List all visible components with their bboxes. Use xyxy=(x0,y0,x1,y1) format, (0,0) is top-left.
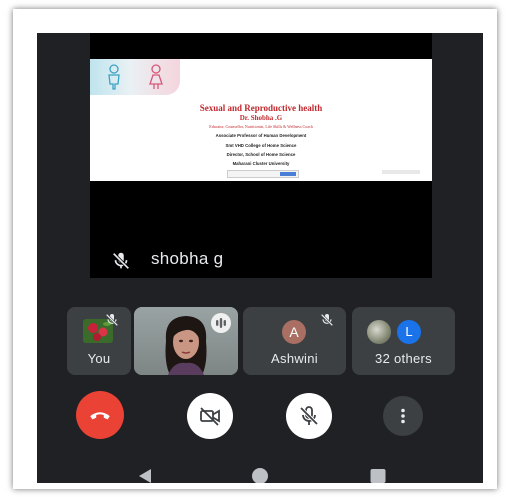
end-call-button[interactable] xyxy=(76,391,124,439)
avatar: A xyxy=(282,320,306,344)
participant-tile-you[interactable]: You xyxy=(67,307,131,375)
mic-off-icon xyxy=(320,313,334,327)
participant-label-others: 32 others xyxy=(375,351,432,366)
male-figure-icon xyxy=(108,64,120,90)
avatar xyxy=(367,320,391,344)
avatar: L xyxy=(395,318,423,346)
square-recents-icon[interactable] xyxy=(368,466,388,483)
participant-video-tile[interactable] xyxy=(134,307,238,375)
mic-off-icon xyxy=(105,313,119,327)
mic-toggle-button[interactable] xyxy=(286,393,332,439)
slide-line: Director, School of Home Science xyxy=(226,152,296,157)
participant-label-you: You xyxy=(87,351,111,366)
phone-hangup-icon xyxy=(90,412,110,420)
camera-toggle-button[interactable] xyxy=(187,393,233,439)
more-options-button[interactable] xyxy=(383,396,423,436)
slide-subtitle: Educator, Counsellor, Nutritionist, Life… xyxy=(209,124,313,129)
circle-home-icon[interactable] xyxy=(250,466,270,483)
presenter-name: shobha g xyxy=(151,249,224,268)
slide-footer-text xyxy=(382,170,420,174)
slide-title: Sexual and Reproductive health xyxy=(199,103,323,113)
shared-slide: Sexual and Reproductive health Dr. Shobh… xyxy=(90,59,432,181)
participant-video-feed xyxy=(165,316,207,375)
slide-line: Maharani Cluster University xyxy=(232,161,290,166)
slide-logo xyxy=(90,59,180,95)
slide-author: Dr. Shobha .G xyxy=(239,114,283,122)
slide-line: Associate Professor of Human Development xyxy=(215,133,307,138)
audio-levels-icon xyxy=(211,313,231,333)
presenter-tile[interactable]: Sexual and Reproductive health Dr. Shobh… xyxy=(90,33,432,278)
participant-tile-others[interactable]: L 32 others xyxy=(352,307,455,375)
mic-off-icon xyxy=(112,252,130,270)
more-vert-icon xyxy=(401,408,405,424)
meet-call-screen: Sexual and Reproductive health Dr. Shobh… xyxy=(37,33,483,483)
mic-off-icon xyxy=(299,406,319,426)
slide-search-button xyxy=(280,172,296,176)
camera-off-icon xyxy=(200,407,220,426)
participant-tile-ashwini[interactable]: A Ashwini xyxy=(243,307,346,375)
participant-label-ashwini: Ashwini xyxy=(271,351,318,366)
slide-search-box xyxy=(227,170,299,178)
triangle-back-icon[interactable] xyxy=(135,466,155,483)
slide-line: Smt VHD College of Home Science xyxy=(225,143,297,148)
female-figure-icon xyxy=(149,64,163,89)
